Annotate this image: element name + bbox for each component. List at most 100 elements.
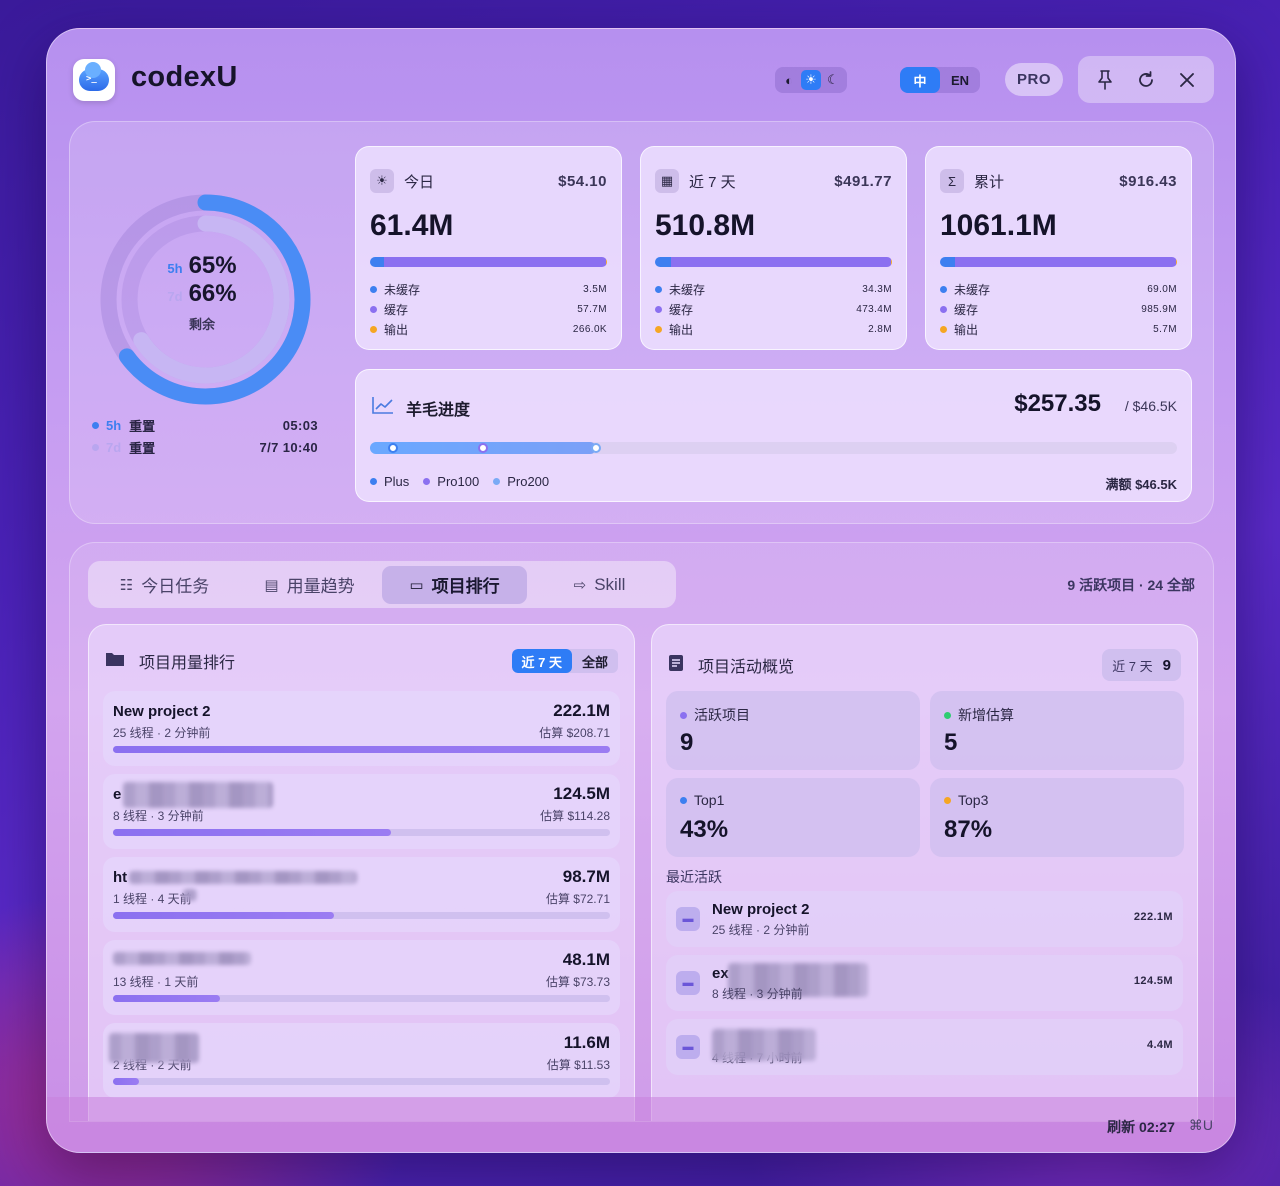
recent-list: ▬ New project 2 25 线程 · 2 分钟前 222.1M ▬ e… bbox=[666, 891, 1183, 1083]
stat-total: 1061.1M bbox=[940, 209, 1057, 242]
close-icon[interactable] bbox=[1172, 65, 1202, 95]
status-dot bbox=[92, 421, 99, 429]
stat-total: 510.8M bbox=[655, 209, 756, 242]
stat-item-output: 输出 266.0K bbox=[370, 319, 607, 339]
redaction-mask bbox=[113, 952, 251, 965]
folder-icon: ▭ bbox=[409, 576, 424, 594]
reset-list: 5h 重置 05:03 7d 重置 7/7 10:40 bbox=[92, 414, 318, 458]
status-dot bbox=[92, 443, 99, 451]
refresh-icon[interactable] bbox=[1131, 65, 1161, 95]
cloud-icon: >_ bbox=[79, 62, 109, 91]
kpi-active-projects: 活跃项目 9 bbox=[666, 691, 920, 770]
ring-remaining-label: 剩余 bbox=[188, 317, 215, 332]
badge-label: 近 7 天 bbox=[1112, 658, 1153, 674]
kpi-top3: Top3 87% bbox=[930, 778, 1184, 857]
status-dot bbox=[944, 796, 951, 804]
stat-item-label: 缓存 bbox=[384, 302, 409, 317]
project-bar-fill bbox=[113, 746, 610, 753]
lang-en-button[interactable]: EN bbox=[940, 67, 980, 93]
progress-title: 羊毛进度 bbox=[406, 402, 471, 419]
recent-item[interactable]: ▬ New project 2 25 线程 · 2 分钟前 222.1M bbox=[666, 891, 1183, 947]
sun-icon[interactable]: ☀ bbox=[801, 70, 821, 90]
project-cost: 估算 $73.73 bbox=[545, 975, 610, 989]
status-dot bbox=[423, 478, 431, 485]
recent-item[interactable]: ▬ ex 8 线程 · 3 分钟前 124.5M bbox=[666, 955, 1183, 1011]
legend-pro100: Pro100 bbox=[423, 474, 479, 489]
pro-button[interactable]: PRO bbox=[1005, 63, 1063, 96]
progress-legend: Plus Pro100 Pro200 bbox=[370, 474, 549, 489]
status-dot bbox=[493, 478, 501, 485]
ring-5h-key: 5h bbox=[167, 261, 183, 276]
projects-panel: ☷ 今日任务 ▤ 用量趋势 ▭ 项目排行 ⇨ Skill 9 活跃项目 · 24 全部 … bbox=[69, 542, 1214, 1122]
stat-item-label: 输出 bbox=[669, 322, 694, 337]
range-all-button[interactable]: 全部 bbox=[572, 649, 618, 673]
stat-bar bbox=[370, 257, 607, 267]
range-7d-button[interactable]: 近 7 天 bbox=[511, 649, 572, 673]
tab-label: 今日任务 bbox=[141, 577, 210, 596]
sun-icon: ☀ bbox=[370, 169, 394, 193]
tab-usage-trend[interactable]: ▤ 用量趋势 bbox=[237, 566, 382, 604]
pin-icon[interactable] bbox=[1090, 65, 1120, 95]
project-bar bbox=[113, 995, 610, 1002]
lang-zh-button[interactable]: 中 bbox=[900, 67, 940, 93]
moon-icon[interactable]: ☾ bbox=[823, 70, 843, 90]
footer-bar: 刷新 02:27 ⌘U bbox=[47, 1097, 1235, 1152]
activity-title: 项目活动概览 bbox=[698, 659, 795, 676]
project-meta: 13 线程 · 1 天前 bbox=[113, 975, 199, 989]
refresh-status[interactable]: 刷新 02:27 ⌘U bbox=[1107, 1117, 1213, 1137]
project-meta: 25 线程 · 2 分钟前 bbox=[113, 726, 211, 740]
usage-overview-panel: 5h 65% 7d 66% 剩余 5h 重置 05:03 7d 重置 7/7 1… bbox=[69, 121, 1214, 524]
ranking-item[interactable]: 2 线程 · 2 天前 11.6M 估算 $11.53 bbox=[103, 1023, 620, 1098]
progress-track bbox=[370, 442, 1177, 454]
tab-today-tasks[interactable]: ☷ 今日任务 bbox=[92, 566, 237, 604]
marker-plus bbox=[387, 443, 398, 453]
tab-project-ranking[interactable]: ▭ 项目排行 bbox=[382, 565, 527, 604]
reset-key: 5h bbox=[106, 417, 122, 433]
project-name: e bbox=[113, 786, 122, 803]
reset-label: 重置 bbox=[129, 418, 156, 434]
ring-7d-row: 7d 66% bbox=[132, 280, 272, 308]
folder-icon: ▬ bbox=[676, 907, 700, 931]
stat-bar-segment bbox=[655, 257, 671, 267]
calendar-icon: ▤ bbox=[264, 576, 279, 594]
redaction-mask bbox=[183, 889, 197, 901]
ranking-item[interactable]: 13 线程 · 1 天前 48.1M 估算 $73.73 bbox=[103, 940, 620, 1015]
project-cost: 估算 $72.71 bbox=[545, 892, 610, 906]
contrast-icon[interactable]: ◐ bbox=[779, 70, 799, 90]
stat-item-label: 输出 bbox=[384, 322, 409, 337]
project-bar bbox=[113, 829, 610, 836]
kpi-label: Top1 bbox=[694, 792, 725, 808]
ranking-item[interactable]: New project 2 25 线程 · 2 分钟前 222.1M 估算 $2… bbox=[103, 691, 620, 766]
redaction-mask bbox=[109, 1033, 199, 1063]
ring-labels: 5h 65% 7d 66% 剩余 bbox=[132, 252, 272, 333]
project-meta: 8 线程 · 3 分钟前 bbox=[113, 809, 204, 823]
status-dot bbox=[940, 325, 947, 333]
progress-cap: 满额 $46.5K bbox=[1105, 477, 1177, 492]
recent-value: 4.4M bbox=[1146, 1039, 1173, 1051]
stat-breakdown: 未缓存 34.3M 缓存 473.4M 输出 2.8M bbox=[655, 279, 892, 339]
ranking-item[interactable]: ht 1 线程 · 4 天前 98.7M 估算 $72.71 bbox=[103, 857, 620, 932]
stat-item-output: 输出 5.7M bbox=[940, 319, 1177, 339]
language-switcher: 中 EN bbox=[900, 67, 980, 93]
redaction-mask bbox=[712, 1029, 816, 1061]
theme-switcher: ◐ ☀ ☾ bbox=[775, 67, 847, 93]
progress-card: 羊毛进度 $257.35 / $46.5K Plus Pro100 Pro200… bbox=[355, 369, 1192, 502]
status-dot bbox=[680, 711, 687, 719]
project-tokens: 48.1M bbox=[562, 950, 610, 969]
reset-row-5h: 5h 重置 05:03 bbox=[92, 414, 318, 436]
recent-name: New project 2 bbox=[712, 901, 810, 918]
logo-text: >_ bbox=[86, 74, 97, 84]
status-dot bbox=[655, 325, 662, 333]
recent-item[interactable]: ▬ 4 线程 · 7 小时前 4.4M bbox=[666, 1019, 1183, 1075]
activity-range-badge[interactable]: 近 7 天 9 bbox=[1102, 649, 1181, 681]
project-bar-fill bbox=[113, 1078, 139, 1085]
project-name: New project 2 bbox=[113, 703, 211, 720]
ranking-range-toggle: 近 7 天 全部 bbox=[511, 649, 618, 673]
stat-item-uncached: 未缓存 69.0M bbox=[940, 279, 1177, 299]
stat-item-label: 未缓存 bbox=[954, 282, 991, 297]
stat-item-label: 缓存 bbox=[954, 302, 979, 317]
stat-label: 今日 bbox=[404, 173, 435, 191]
tab-skill[interactable]: ⇨ Skill bbox=[527, 566, 672, 604]
trend-icon bbox=[372, 396, 394, 419]
ranking-item[interactable]: e 8 线程 · 3 分钟前 124.5M 估算 $114.28 bbox=[103, 774, 620, 849]
